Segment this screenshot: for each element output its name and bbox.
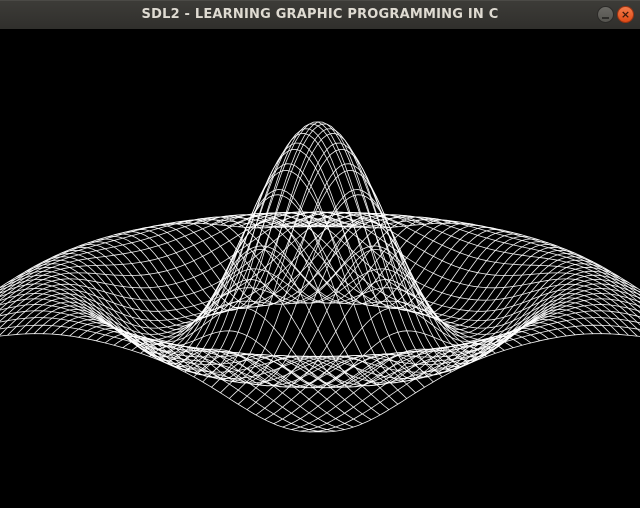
close-button[interactable]: × (617, 6, 634, 23)
mesh-line-column (122, 128, 531, 378)
render-canvas (0, 29, 640, 508)
mesh-line-row (33, 259, 443, 389)
window-title: SDL2 - LEARNING GRAPHIC PROGRAMMING IN C (141, 7, 499, 22)
mesh-line-column (300, 317, 640, 432)
window-titlebar[interactable]: SDL2 - LEARNING GRAPHIC PROGRAMMING IN C… (0, 0, 640, 29)
mesh-line-column (0, 216, 336, 294)
mesh-line-column (7, 213, 416, 336)
mesh-line-column (193, 259, 603, 389)
wireframe-surface (0, 121, 640, 433)
mesh-line-row (0, 317, 336, 432)
mesh-line-column (309, 324, 640, 433)
mesh-line-row (69, 218, 478, 385)
mesh-line-row (105, 128, 514, 378)
mesh-line-row (220, 213, 629, 336)
mesh-line-column (158, 218, 567, 385)
app-window: SDL2 - LEARNING GRAPHIC PROGRAMMING IN C… (0, 0, 640, 508)
minimize-button[interactable] (597, 6, 614, 23)
close-icon: × (620, 8, 631, 21)
